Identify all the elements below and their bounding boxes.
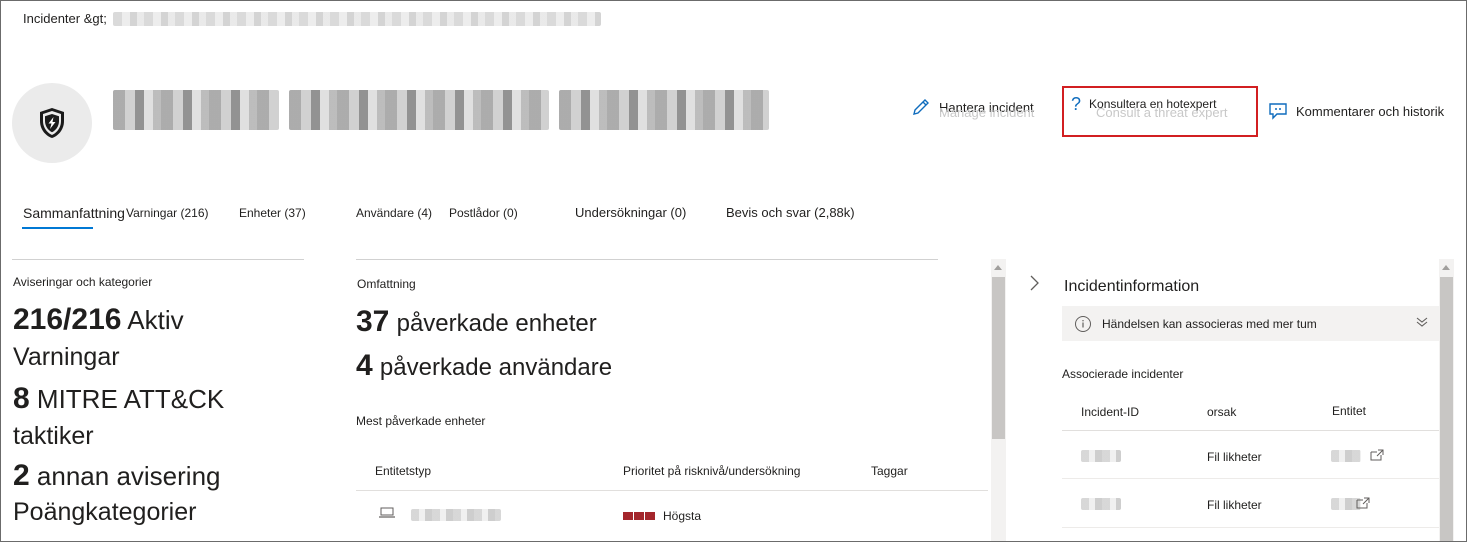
open-external-icon[interactable] [1356, 497, 1370, 509]
scroll-up-arrow[interactable] [1442, 265, 1450, 270]
incident-id-redacted [1081, 450, 1121, 462]
table-header-divider [1062, 430, 1439, 431]
device-name-redacted [411, 509, 501, 521]
other-alert-word: annan avisering [36, 461, 221, 491]
priority-bars [623, 512, 655, 520]
comment-icon [1269, 103, 1287, 120]
breadcrumb-redacted-title [112, 11, 601, 26]
tab-summary[interactable]: Sammanfattning [23, 205, 125, 221]
entity-redacted [1331, 450, 1361, 462]
question-icon: ? [1071, 94, 1082, 114]
column-entity[interactable]: Entitet [1332, 404, 1366, 418]
table-row[interactable]: Fil likheter [1062, 435, 1439, 477]
priority-cell: Högsta [623, 509, 701, 523]
other-alert-sub: Poängkategorier [13, 498, 197, 526]
expand-double-chevron-icon[interactable] [1415, 316, 1429, 328]
tab-devices[interactable]: Enheter (37) [239, 206, 306, 220]
tab-alerts[interactable]: Varningar (216) [126, 206, 209, 220]
tab-evidence[interactable]: Bevis och svar (2,88k) [726, 205, 855, 220]
incident-info-title: Incidentinformation [1064, 278, 1200, 295]
most-affected-devices-heading: Mest påverkade enheter [356, 414, 486, 428]
mitre-word: MITRE ATT&CK [36, 384, 225, 414]
manage-incident-button[interactable]: Hantera incident [911, 97, 1034, 117]
active-alerts-stat: 216/216 Aktiv [13, 303, 184, 337]
consult-threat-expert-label: Konsultera en hotexpert [1089, 97, 1217, 111]
incident-avatar [12, 83, 92, 163]
active-alerts-count: 216/216 [13, 303, 122, 336]
breadcrumb: Incidenter &gt; [23, 11, 601, 26]
other-alert-stat: 2 annan avisering [13, 459, 221, 493]
open-external-icon[interactable] [1370, 449, 1384, 461]
incident-page: Incidenter &gt; Hantera incident Manage … [0, 0, 1467, 542]
affected-devices-label: påverkade enheter [396, 310, 597, 337]
alerts-categories-heading: Aviseringar och kategorier [13, 275, 153, 289]
row-divider [1062, 478, 1439, 479]
scroll-up-arrow[interactable] [994, 265, 1002, 270]
comments-history-label: Kommentarer och historik [1296, 103, 1445, 119]
divider [12, 259, 304, 260]
column-entity-type[interactable]: Entitetstyp [375, 464, 431, 478]
comments-history-button[interactable]: Kommentarer och historik [1268, 102, 1444, 120]
associated-incidents-heading: Associerade incidenter [1062, 367, 1184, 381]
active-tab-indicator [22, 227, 93, 229]
row-divider [1062, 527, 1439, 528]
table-header-divider [356, 490, 988, 491]
incident-info-scroll-thumb[interactable] [1440, 277, 1453, 541]
column-tags[interactable]: Taggar [871, 464, 908, 478]
reason-cell: Fil likheter [1207, 450, 1262, 464]
info-icon [1075, 315, 1091, 332]
divider [356, 259, 938, 260]
other-alert-count: 2 [13, 459, 30, 492]
association-banner-text: Händelsen kan associeras med mer tum [1102, 316, 1317, 331]
priority-label: Högsta [663, 509, 702, 523]
active-alerts-word: Aktiv [127, 305, 184, 335]
table-row[interactable]: Fil likheter [1062, 483, 1439, 525]
consult-threat-expert-button[interactable]: ? Konsultera en hotexpert [1071, 94, 1217, 114]
mitre-sub: taktiker [13, 422, 94, 450]
column-reason[interactable]: orsak [1207, 405, 1236, 419]
affected-devices-stat: 37 påverkade enheter [356, 305, 597, 339]
tab-investigations[interactable]: Undersökningar (0) [575, 205, 686, 220]
pencil-icon [913, 99, 929, 115]
reason-cell: Fil likheter [1207, 498, 1262, 512]
column-risk-priority[interactable]: Prioritet på risknivå/undersökning [623, 464, 800, 478]
laptop-icon [379, 507, 395, 518]
active-alerts-sub: Varningar [13, 343, 120, 371]
affected-users-label: påverkade användare [379, 354, 613, 381]
column-incident-id[interactable]: Incident-ID [1081, 405, 1139, 419]
incident-title-redacted [113, 90, 769, 130]
affected-devices-count: 37 [356, 305, 390, 338]
association-banner[interactable]: Händelsen kan associeras med mer tum [1062, 306, 1439, 341]
incident-id-redacted [1081, 498, 1121, 510]
affected-users-stat: 4 påverkade användare [356, 349, 612, 383]
shield-lightning-icon [40, 108, 64, 138]
mitre-stat: 8 MITRE ATT&CK [13, 382, 224, 416]
consult-highlight [1062, 86, 1258, 137]
scope-heading: Omfattning [357, 277, 416, 291]
scope-scroll-thumb[interactable] [992, 277, 1005, 439]
mitre-count: 8 [13, 382, 30, 415]
breadcrumb-incidents-link[interactable]: Incidenter &gt; [23, 11, 107, 26]
collapse-panel-chevron-icon[interactable] [1028, 274, 1040, 292]
affected-users-count: 4 [356, 349, 373, 382]
tab-mailboxes[interactable]: Postlådor (0) [449, 206, 518, 220]
manage-incident-label: Hantera incident [939, 99, 1034, 115]
tab-users[interactable]: Användare (4) [356, 206, 432, 220]
